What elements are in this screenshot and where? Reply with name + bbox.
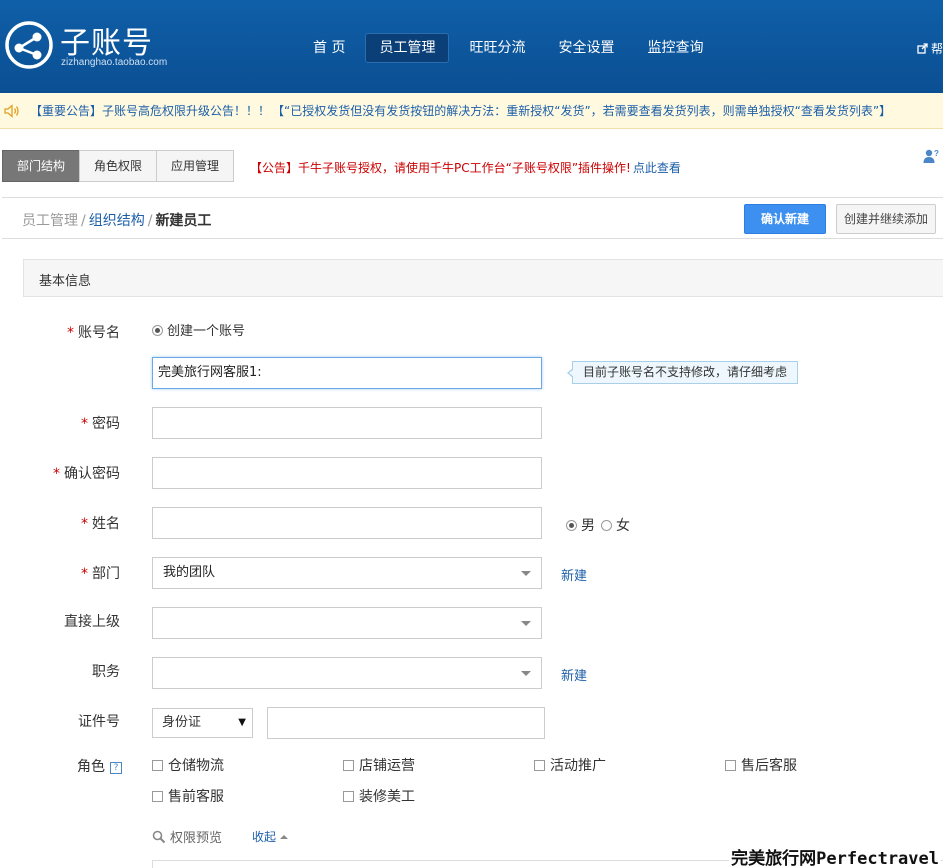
- account-name-input[interactable]: 完美旅行网客服1:: [152, 357, 542, 389]
- id-type-select[interactable]: 身份证 ▼: [152, 708, 253, 738]
- watermark: 完美旅行网Perfectravel: [729, 844, 941, 868]
- nav-security-settings[interactable]: 安全设置: [545, 33, 627, 63]
- password-input[interactable]: [152, 407, 542, 439]
- breadcrumb-separator: /: [81, 213, 86, 229]
- logo-title: 子账号: [60, 26, 153, 61]
- checkbox-icon: [152, 791, 163, 802]
- nav-monitor-query[interactable]: 监控查询: [634, 33, 716, 63]
- position-label: 职务: [92, 664, 120, 680]
- role-checkbox-promotion[interactable]: 活动推广: [534, 755, 606, 775]
- id-number-label: 证件号: [78, 714, 120, 730]
- checkbox-icon: [725, 760, 736, 771]
- dropdown-arrow-icon: [521, 621, 531, 626]
- gender-male-radio[interactable]: 男: [566, 515, 595, 535]
- account-name-tip: 目前子账号名不支持修改，请仔细考虑: [566, 361, 799, 384]
- checkbox-icon: [343, 760, 354, 771]
- role-checkbox-after-sales[interactable]: 售后客服: [725, 755, 797, 775]
- new-position-link[interactable]: 新建: [561, 665, 587, 684]
- radio-checked-icon: [566, 520, 577, 531]
- qianniu-notice-text: 【公告】千牛子账号授权，请使用千牛PC工作台“子账号权限”插件操作!: [250, 161, 631, 175]
- department-select[interactable]: 我的团队: [152, 557, 542, 589]
- help-label: 帮: [930, 42, 943, 56]
- breadcrumb-separator: /: [147, 213, 153, 229]
- confirm-create-button[interactable]: 确认新建: [744, 204, 826, 234]
- account-label: * 账号名: [67, 325, 120, 341]
- breadcrumb-staff-management[interactable]: 员工管理: [22, 213, 78, 229]
- nav-staff-management[interactable]: 员工管理: [365, 33, 450, 63]
- help-link[interactable]: 帮: [917, 40, 943, 57]
- radio-checked-icon: [152, 325, 163, 336]
- role-help-icon[interactable]: ?: [110, 762, 122, 774]
- dropdown-arrow-icon: [521, 671, 531, 676]
- svg-text:?: ?: [934, 149, 939, 158]
- role-checkbox-store-ops[interactable]: 店铺运营: [343, 755, 415, 775]
- breadcrumb-org-structure[interactable]: 组织结构: [89, 213, 145, 229]
- dropdown-caret-icon: ▼: [238, 717, 246, 728]
- name-label: * 姓名: [81, 516, 120, 532]
- confirm-password-input[interactable]: [152, 457, 542, 489]
- checkbox-icon: [343, 791, 354, 802]
- name-input[interactable]: [152, 507, 542, 539]
- top-header: 子账号 zizhanghao.taobao.com 首 页 员工管理 旺旺分流 …: [0, 0, 943, 93]
- create-and-continue-button[interactable]: 创建并继续添加: [836, 204, 936, 234]
- qianniu-notice: 【公告】千牛子账号授权，请使用千牛PC工作台“子账号权限”插件操作! 点此查看: [250, 159, 681, 176]
- user-help-icon[interactable]: ?: [923, 148, 939, 164]
- collapse-arrow-icon: [280, 835, 289, 839]
- permission-preview[interactable]: 权限预览: [152, 827, 222, 846]
- tab-app-management[interactable]: 应用管理: [156, 150, 235, 182]
- sub-tabs: 部门结构 角色权限 应用管理: [2, 150, 235, 182]
- speaker-icon: [4, 103, 19, 118]
- gender-female-radio[interactable]: 女: [601, 515, 630, 535]
- qianniu-notice-link[interactable]: 点此查看: [633, 161, 681, 175]
- checkbox-icon: [152, 760, 163, 771]
- password-label: * 密码: [81, 416, 120, 432]
- position-select[interactable]: [152, 657, 542, 689]
- radio-unchecked-icon: [601, 520, 612, 531]
- role-checkbox-design[interactable]: 装修美工: [343, 786, 415, 806]
- role-checkbox-pre-sales[interactable]: 售前客服: [152, 786, 224, 806]
- breadcrumb: 员工管理 / 组织结构 / 新建员工: [22, 210, 211, 230]
- permission-preview-label: 权限预览: [170, 831, 223, 846]
- new-department-link[interactable]: 新建: [561, 565, 587, 584]
- main-nav: 首 页 员工管理 旺旺分流 安全设置 监控查询: [300, 33, 723, 63]
- announcement-shipping[interactable]: 【“已授权发货但没有发货按钮的解决方法：重新授权“发货”，若需要查看发货列表，则…: [272, 102, 891, 119]
- search-icon: [152, 830, 166, 843]
- role-label: 角色?: [20, 756, 122, 776]
- supervisor-label: 直接上级: [64, 614, 120, 630]
- logo-subtitle: zizhanghao.taobao.com: [61, 57, 168, 68]
- external-link-icon: [917, 43, 928, 54]
- collapse-toggle[interactable]: 收起: [252, 828, 289, 845]
- announcement-bar: 【重要公告】子账号高危权限升级公告！！！ 【“已授权发货但没有发货按钮的解决方法…: [0, 93, 943, 129]
- announcement-important[interactable]: 【重要公告】子账号高危权限升级公告！！！: [30, 102, 270, 119]
- subaccount-logo-icon: [5, 21, 53, 69]
- nav-home[interactable]: 首 页: [300, 33, 358, 63]
- supervisor-select[interactable]: [152, 607, 542, 639]
- create-account-radio[interactable]: 创建一个账号: [152, 320, 245, 339]
- basic-info-header: 基本信息: [23, 259, 943, 297]
- tab-department-structure[interactable]: 部门结构: [2, 150, 81, 182]
- department-label: * 部门: [81, 566, 120, 582]
- checkbox-icon: [534, 760, 545, 771]
- basic-info-title: 基本信息: [39, 274, 92, 289]
- dropdown-arrow-icon: [521, 571, 531, 576]
- tab-role-permissions[interactable]: 角色权限: [79, 150, 158, 182]
- nav-wangwang-routing[interactable]: 旺旺分流: [456, 33, 538, 63]
- page-title: 新建员工: [155, 213, 212, 229]
- role-checkbox-warehouse[interactable]: 仓储物流: [152, 755, 224, 775]
- id-number-input[interactable]: [267, 707, 545, 739]
- confirm-password-label: * 确认密码: [53, 466, 120, 482]
- breadcrumb-bar: 员工管理 / 组织结构 / 新建员工 确认新建 创建并继续添加: [2, 197, 943, 239]
